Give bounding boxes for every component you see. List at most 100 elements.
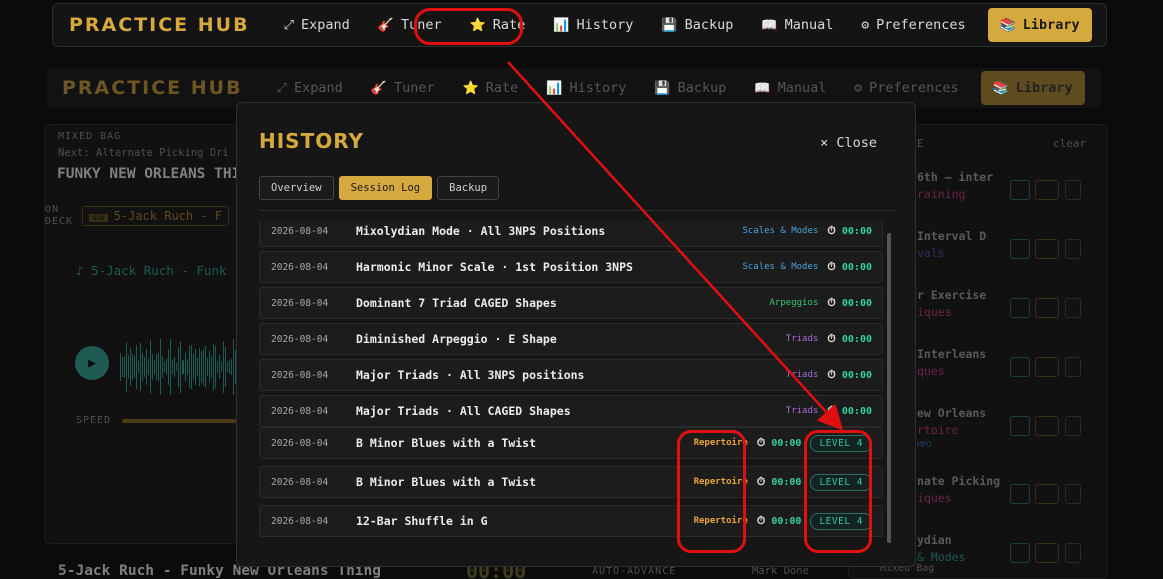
log-duration: ⏱ 00:00: [827, 404, 872, 418]
tab-session-log[interactable]: Session Log: [338, 176, 433, 200]
log-row[interactable]: 2026-08-04 Mixolydian Mode · All 3NPS Pos…: [259, 221, 883, 247]
close-icon: ×: [820, 135, 829, 151]
log-duration: ⏱ 00:00: [757, 475, 802, 489]
close-button[interactable]: × Close: [820, 135, 877, 151]
queue-item-category: ques: [917, 364, 945, 378]
log-row[interactable]: 2026-08-04 Harmonic Minor Scale · 1st Pos…: [259, 251, 883, 283]
waveform-bar: [190, 345, 192, 389]
waveform-bar: [120, 353, 122, 381]
log-row[interactable]: 2026-08-04 12-Bar Shuffle in G Repertoire ⏱…: [259, 505, 883, 537]
waveform-bar: [216, 360, 218, 374]
tab-overview[interactable]: Overview: [259, 176, 334, 200]
waveform-bar: [180, 341, 182, 393]
waveform-bar: [138, 361, 140, 373]
nav-backup[interactable]: 💾 Backup: [651, 11, 743, 39]
log-date: 2026-08-04: [271, 405, 329, 417]
waveform-bar: [158, 353, 160, 381]
log-time: 00:00: [841, 369, 872, 381]
nav-label: Rate: [492, 17, 526, 33]
log-duration: ⏱ 00:00: [757, 514, 802, 528]
log-row[interactable]: 2026-08-04 Dominant 7 Triad CAGED Shapes A…: [259, 287, 883, 319]
bar-chart-icon: 📊: [553, 17, 570, 33]
on-deck-label: ON DECK: [45, 204, 74, 227]
waveform: [120, 332, 236, 402]
log-date: 2026-08-04: [271, 515, 329, 527]
waveform-bar: [196, 358, 198, 376]
waveform-bar: [184, 352, 186, 382]
waveform-bar: [142, 352, 144, 382]
edit-icon: [1035, 416, 1059, 436]
nav-history[interactable]: 📊 History: [543, 11, 643, 39]
bg-nav-label: Rate: [485, 80, 519, 96]
scrollbar[interactable]: [887, 233, 891, 543]
log-category: Scales & Modes: [742, 226, 819, 236]
log-duration: ⏱ 00:00: [827, 368, 872, 382]
expand-arrows-icon: ⤢: [283, 17, 294, 33]
nav-label: Expand: [301, 17, 350, 33]
log-date: 2026-08-04: [271, 297, 329, 309]
nav-label: Tuner: [400, 17, 442, 33]
log-row[interactable]: 2026-08-04 B Minor Blues with a Twist Repe…: [259, 466, 883, 498]
waveform-bar: [134, 355, 136, 379]
scrollbar-thumb[interactable]: [887, 233, 891, 543]
log-category: Repertoire: [693, 438, 748, 448]
log-row[interactable]: 2026-08-04 B Minor Blues with a Twist Repe…: [259, 427, 883, 459]
waveform-bar: [232, 338, 234, 396]
modal-tabs: Overview Session Log Backup: [259, 176, 500, 200]
log-row[interactable]: 2026-08-04 Major Triads · All CAGED Shape…: [259, 395, 883, 427]
tab-backup[interactable]: Backup: [437, 176, 500, 200]
waveform-bar: [224, 346, 226, 388]
stopwatch-icon: ⏱: [756, 514, 766, 527]
level-badge: LEVEL 4: [810, 512, 872, 530]
bg-nav-backup: 💾 Backup: [644, 74, 736, 102]
modal-title: HISTORY: [259, 129, 365, 153]
log-item-name: Diminished Arpeggio · E Shape: [356, 332, 557, 346]
nav-expand[interactable]: ⤢ Expand: [274, 11, 360, 39]
edit-icon: [1035, 298, 1059, 318]
mixed-bag-label: MIXED BAG: [58, 131, 122, 142]
waveform-bar: [146, 349, 148, 385]
log-date: 2026-08-04: [271, 369, 329, 381]
bg-nav-manual: 📖 Manual: [744, 74, 836, 102]
stopwatch-icon: ⏱: [827, 296, 836, 309]
queue-item-title: Interval D: [917, 229, 987, 243]
nav-preferences[interactable]: ⚙ Preferences: [851, 11, 975, 39]
log-date: 2026-08-04: [271, 225, 329, 237]
gear-icon: ⚙: [854, 80, 863, 96]
session-log-list[interactable]: 2026-08-04 Mixolydian Mode · All 3NPS Pos…: [259, 221, 883, 551]
bg-nav-expand: ⤢ Expand: [267, 74, 353, 102]
waveform-bar: [206, 358, 208, 376]
background-brand: PRACTICE HUB: [62, 77, 243, 99]
book-icon: 📖: [761, 17, 778, 33]
waveform-bar: [176, 362, 178, 372]
nav-library[interactable]: 📚 Library: [987, 8, 1092, 42]
nav-label: History: [576, 17, 634, 33]
waveform-bar: [202, 348, 204, 386]
log-time: 00:00: [841, 333, 872, 345]
bg-nav-preferences: ⚙ Preferences: [844, 74, 968, 102]
nav-tuner[interactable]: 🎸 Tuner: [368, 11, 452, 39]
nav-manual[interactable]: 📖 Manual: [751, 11, 843, 39]
waveform-bar: [144, 357, 146, 377]
waveform-bar: [130, 347, 132, 387]
log-category: Scales & Modes: [742, 262, 819, 272]
queue-item-category: vals: [917, 246, 945, 260]
play-icon: [1010, 180, 1030, 200]
log-time: 00:00: [771, 437, 802, 449]
log-duration: ⏱ 00:00: [827, 296, 872, 310]
log-meta: Repertoire ⏱ 00:00 LEVEL 4: [694, 512, 872, 530]
history-modal: HISTORY × Close Overview Session Log Bac…: [236, 102, 916, 567]
log-category: Triads: [785, 370, 819, 380]
remove-icon: [1065, 298, 1081, 318]
log-time: 00:00: [771, 476, 802, 488]
waveform-bar: [228, 359, 230, 375]
queue-item-category: iques: [917, 491, 952, 505]
log-row[interactable]: 2026-08-04 Major Triads · All 3NPS positi…: [259, 359, 883, 391]
nav-rate[interactable]: ⭐ Rate: [460, 11, 536, 39]
stopwatch-icon: ⏱: [827, 404, 836, 417]
gear-icon: ⚙: [861, 17, 870, 33]
log-time: 00:00: [841, 297, 872, 309]
log-duration: ⏱ 00:00: [827, 260, 872, 274]
log-row[interactable]: 2026-08-04 Diminished Arpeggio · E Shape T…: [259, 323, 883, 355]
waveform-bar: [164, 361, 166, 373]
